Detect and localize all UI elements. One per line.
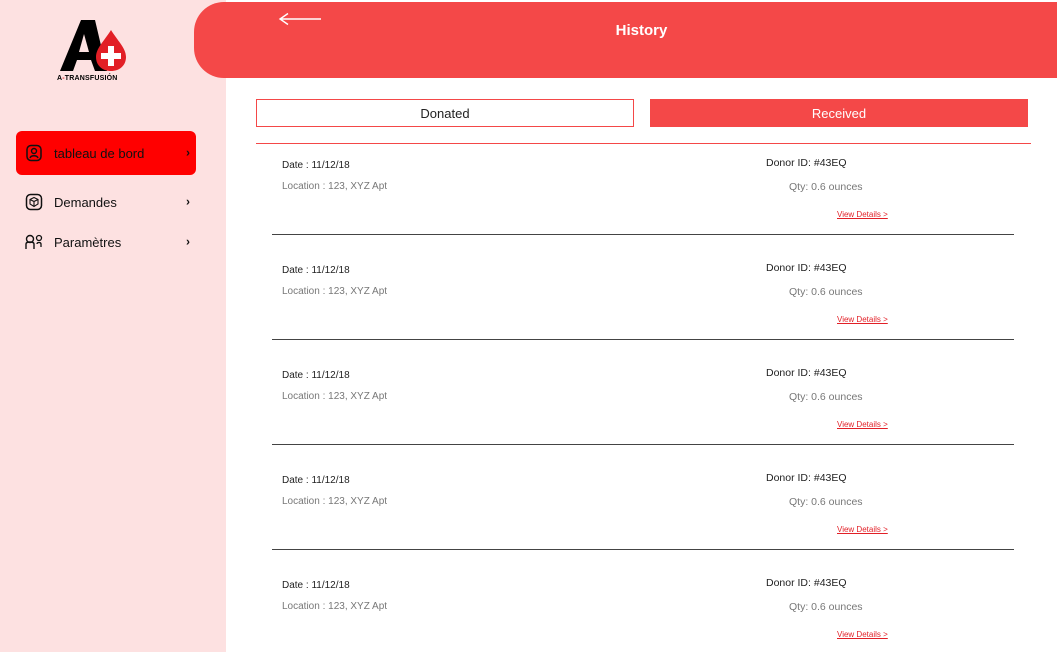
tab-received[interactable]: Received [650, 99, 1028, 127]
record-qty: Qty: 0.6 ounces [789, 391, 863, 403]
record-qty: Qty: 0.6 ounces [789, 496, 863, 508]
sidebar-item-label: Demandes [54, 194, 117, 210]
view-details-link[interactable]: View Details > [837, 420, 888, 429]
record-location: Location : 123, XYZ Apt [282, 601, 388, 612]
record-location: Location : 123, XYZ Apt [282, 496, 388, 507]
view-details-link[interactable]: View Details > [837, 525, 888, 534]
sidebar-item-label: Paramètres [54, 234, 122, 250]
record-date: Date : 11/12/18 [282, 370, 350, 381]
record-date: Date : 11/12/18 [282, 265, 350, 276]
view-details-link[interactable]: View Details > [837, 315, 888, 324]
record-qty: Qty: 0.6 ounces [789, 286, 863, 298]
chevron-right-icon: › [186, 234, 190, 249]
record-location: Location : 123, XYZ Apt [282, 286, 388, 297]
view-details-link[interactable]: View Details > [837, 210, 888, 219]
record-location: Location : 123, XYZ Apt [282, 181, 388, 192]
divider [272, 549, 1014, 550]
record-donor-id: Donor ID: #43EQ [766, 157, 847, 169]
record-donor-id: Donor ID: #43EQ [766, 472, 847, 484]
record-location: Location : 123, XYZ Apt [282, 391, 388, 402]
record-donor-id: Donor ID: #43EQ [766, 262, 847, 274]
record-date: Date : 11/12/18 [282, 580, 350, 591]
chevron-right-icon: › [186, 145, 190, 160]
page-header: History [194, 2, 1057, 78]
settings-people-icon [24, 232, 44, 252]
list-item: Date : 11/12/18 Location : 123, XYZ Apt … [256, 458, 1031, 563]
page-title: History [615, 22, 668, 39]
divider [272, 234, 1014, 235]
record-qty: Qty: 0.6 ounces [789, 601, 863, 613]
divider [272, 444, 1014, 445]
list-item: Date : 11/12/18 Location : 123, XYZ Apt … [256, 353, 1031, 458]
sidebar-item-demandes[interactable]: Demandes › [16, 180, 196, 224]
record-date: Date : 11/12/18 [282, 475, 350, 486]
chevron-right-icon: › [186, 194, 190, 209]
tab-donated[interactable]: Donated [256, 99, 634, 127]
sidebar-item-parametres[interactable]: Paramètres › [16, 220, 196, 264]
user-circle-icon [24, 143, 44, 163]
record-qty: Qty: 0.6 ounces [789, 181, 863, 193]
sidebar: A-TRANSFUSIÓN tableau de bord › Demandes… [0, 0, 226, 652]
box-icon [24, 192, 44, 212]
record-date: Date : 11/12/18 [282, 160, 350, 171]
logo-text: A-TRANSFUSIÓN [57, 75, 118, 82]
record-donor-id: Donor ID: #43EQ [766, 367, 847, 379]
record-donor-id: Donor ID: #43EQ [766, 577, 847, 589]
divider [272, 339, 1014, 340]
view-details-link[interactable]: View Details > [837, 630, 888, 639]
list-item: Date : 11/12/18 Location : 123, XYZ Apt … [256, 143, 1031, 248]
list-item: Date : 11/12/18 Location : 123, XYZ Apt … [256, 248, 1031, 353]
logo-mark-icon [60, 20, 126, 71]
sidebar-item-label: tableau de bord [54, 145, 145, 161]
sidebar-item-tableau-de-bord[interactable]: tableau de bord › [16, 131, 196, 175]
list-item: Date : 11/12/18 Location : 123, XYZ Apt … [256, 563, 1031, 652]
